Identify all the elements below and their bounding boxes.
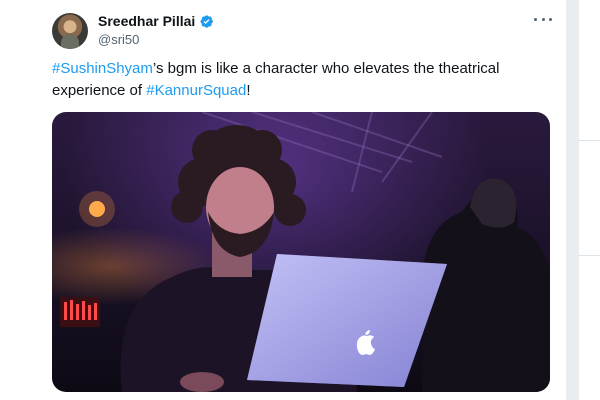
hashtag-link[interactable]: #KannurSquad [146, 82, 246, 99]
more-options-icon[interactable] [534, 12, 552, 26]
divider [579, 140, 600, 141]
author-row: Sreedhar Pillai [98, 13, 214, 29]
tweet-media-image[interactable] [52, 112, 550, 392]
avatar[interactable] [52, 13, 88, 49]
dot [541, 17, 545, 21]
dot [534, 17, 537, 21]
hashtag-link[interactable]: #SushinShyam [52, 60, 153, 77]
media-illustration [60, 112, 550, 392]
tweet-text: #SushinShyam’s bgm is like a character w… [52, 58, 542, 102]
tweet-card[interactable]: Sreedhar Pillai @sri50 #SushinShyam’s bg… [0, 0, 566, 400]
verified-badge-icon[interactable] [199, 14, 214, 29]
divider [579, 255, 600, 256]
side-panel-edge [579, 0, 600, 400]
author-handle[interactable]: @sri50 [98, 32, 139, 47]
tweet-text-segment: ! [246, 82, 251, 99]
author-name[interactable]: Sreedhar Pillai [98, 13, 195, 29]
dot [549, 17, 552, 21]
